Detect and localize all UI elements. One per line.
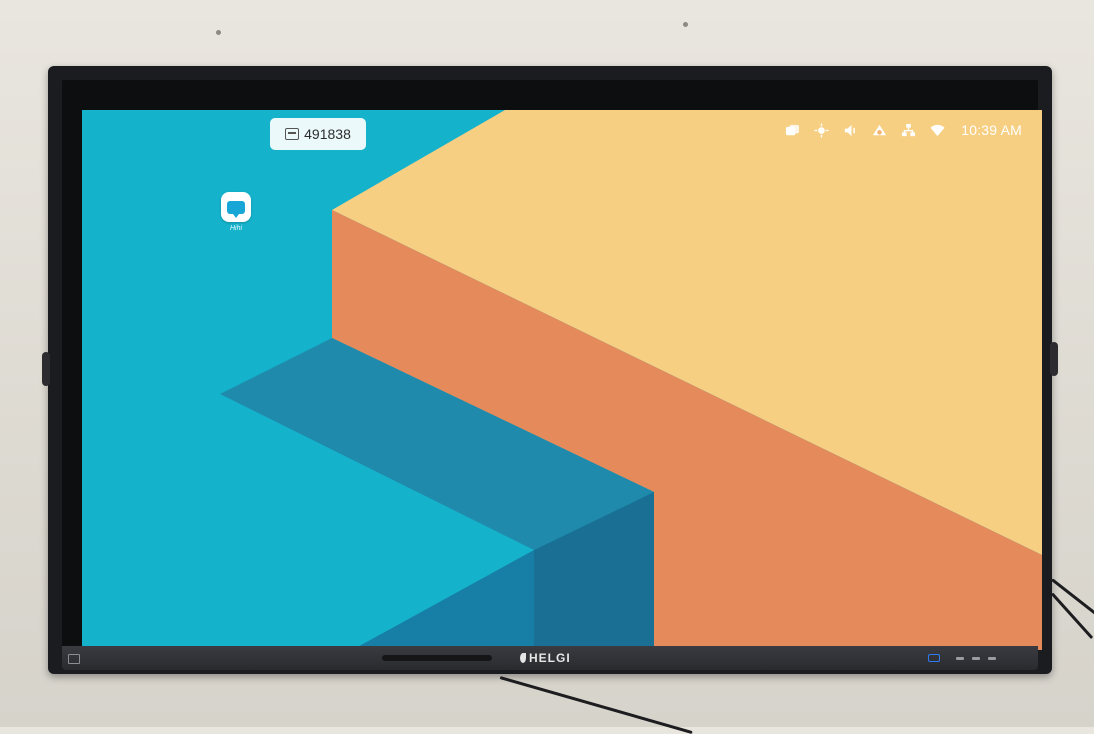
brand-logo: HELGI bbox=[520, 651, 571, 665]
wall-screw bbox=[683, 22, 688, 27]
brand-mark-icon bbox=[520, 653, 526, 663]
wall-screw bbox=[216, 30, 221, 35]
power-led-button[interactable] bbox=[928, 654, 940, 662]
app-label: Hihi bbox=[229, 225, 243, 232]
wifi-icon[interactable] bbox=[930, 123, 945, 138]
side-handle-left bbox=[42, 352, 50, 386]
tv-bezel: 491838 Hihi 10:39 AM bbox=[62, 80, 1042, 652]
app-shortcut[interactable]: Hihi bbox=[216, 192, 256, 232]
brightness-icon[interactable] bbox=[814, 122, 829, 138]
volume-icon[interactable] bbox=[843, 123, 858, 138]
cloud-icon[interactable] bbox=[872, 123, 887, 138]
input-source-icon[interactable] bbox=[68, 654, 80, 664]
screen-share-code-icon bbox=[285, 128, 300, 140]
screen-switch-icon[interactable] bbox=[785, 123, 800, 138]
front-button-3[interactable] bbox=[988, 657, 996, 660]
speaker-grille bbox=[382, 655, 492, 661]
side-handle-right bbox=[1050, 342, 1058, 376]
wallpaper bbox=[82, 110, 1042, 650]
front-button-2[interactable] bbox=[972, 657, 980, 660]
tv-monitor: 491838 Hihi 10:39 AM HELGI bbox=[42, 66, 1058, 674]
ethernet-icon[interactable] bbox=[901, 123, 916, 138]
display-screen[interactable]: 491838 Hihi 10:39 AM bbox=[82, 110, 1042, 650]
monitor-bottom-bar: HELGI bbox=[62, 646, 1038, 670]
front-button-1[interactable] bbox=[956, 657, 964, 660]
screen-share-code-badge[interactable]: 491838 bbox=[270, 118, 366, 150]
cable bbox=[1050, 592, 1094, 640]
brand-name: HELGI bbox=[529, 651, 571, 665]
chat-bubble-app-icon bbox=[221, 192, 251, 222]
cable bbox=[499, 676, 693, 734]
status-bar: 10:39 AM bbox=[785, 120, 1022, 140]
status-clock: 10:39 AM bbox=[961, 122, 1022, 138]
share-code-text: 491838 bbox=[304, 126, 351, 142]
